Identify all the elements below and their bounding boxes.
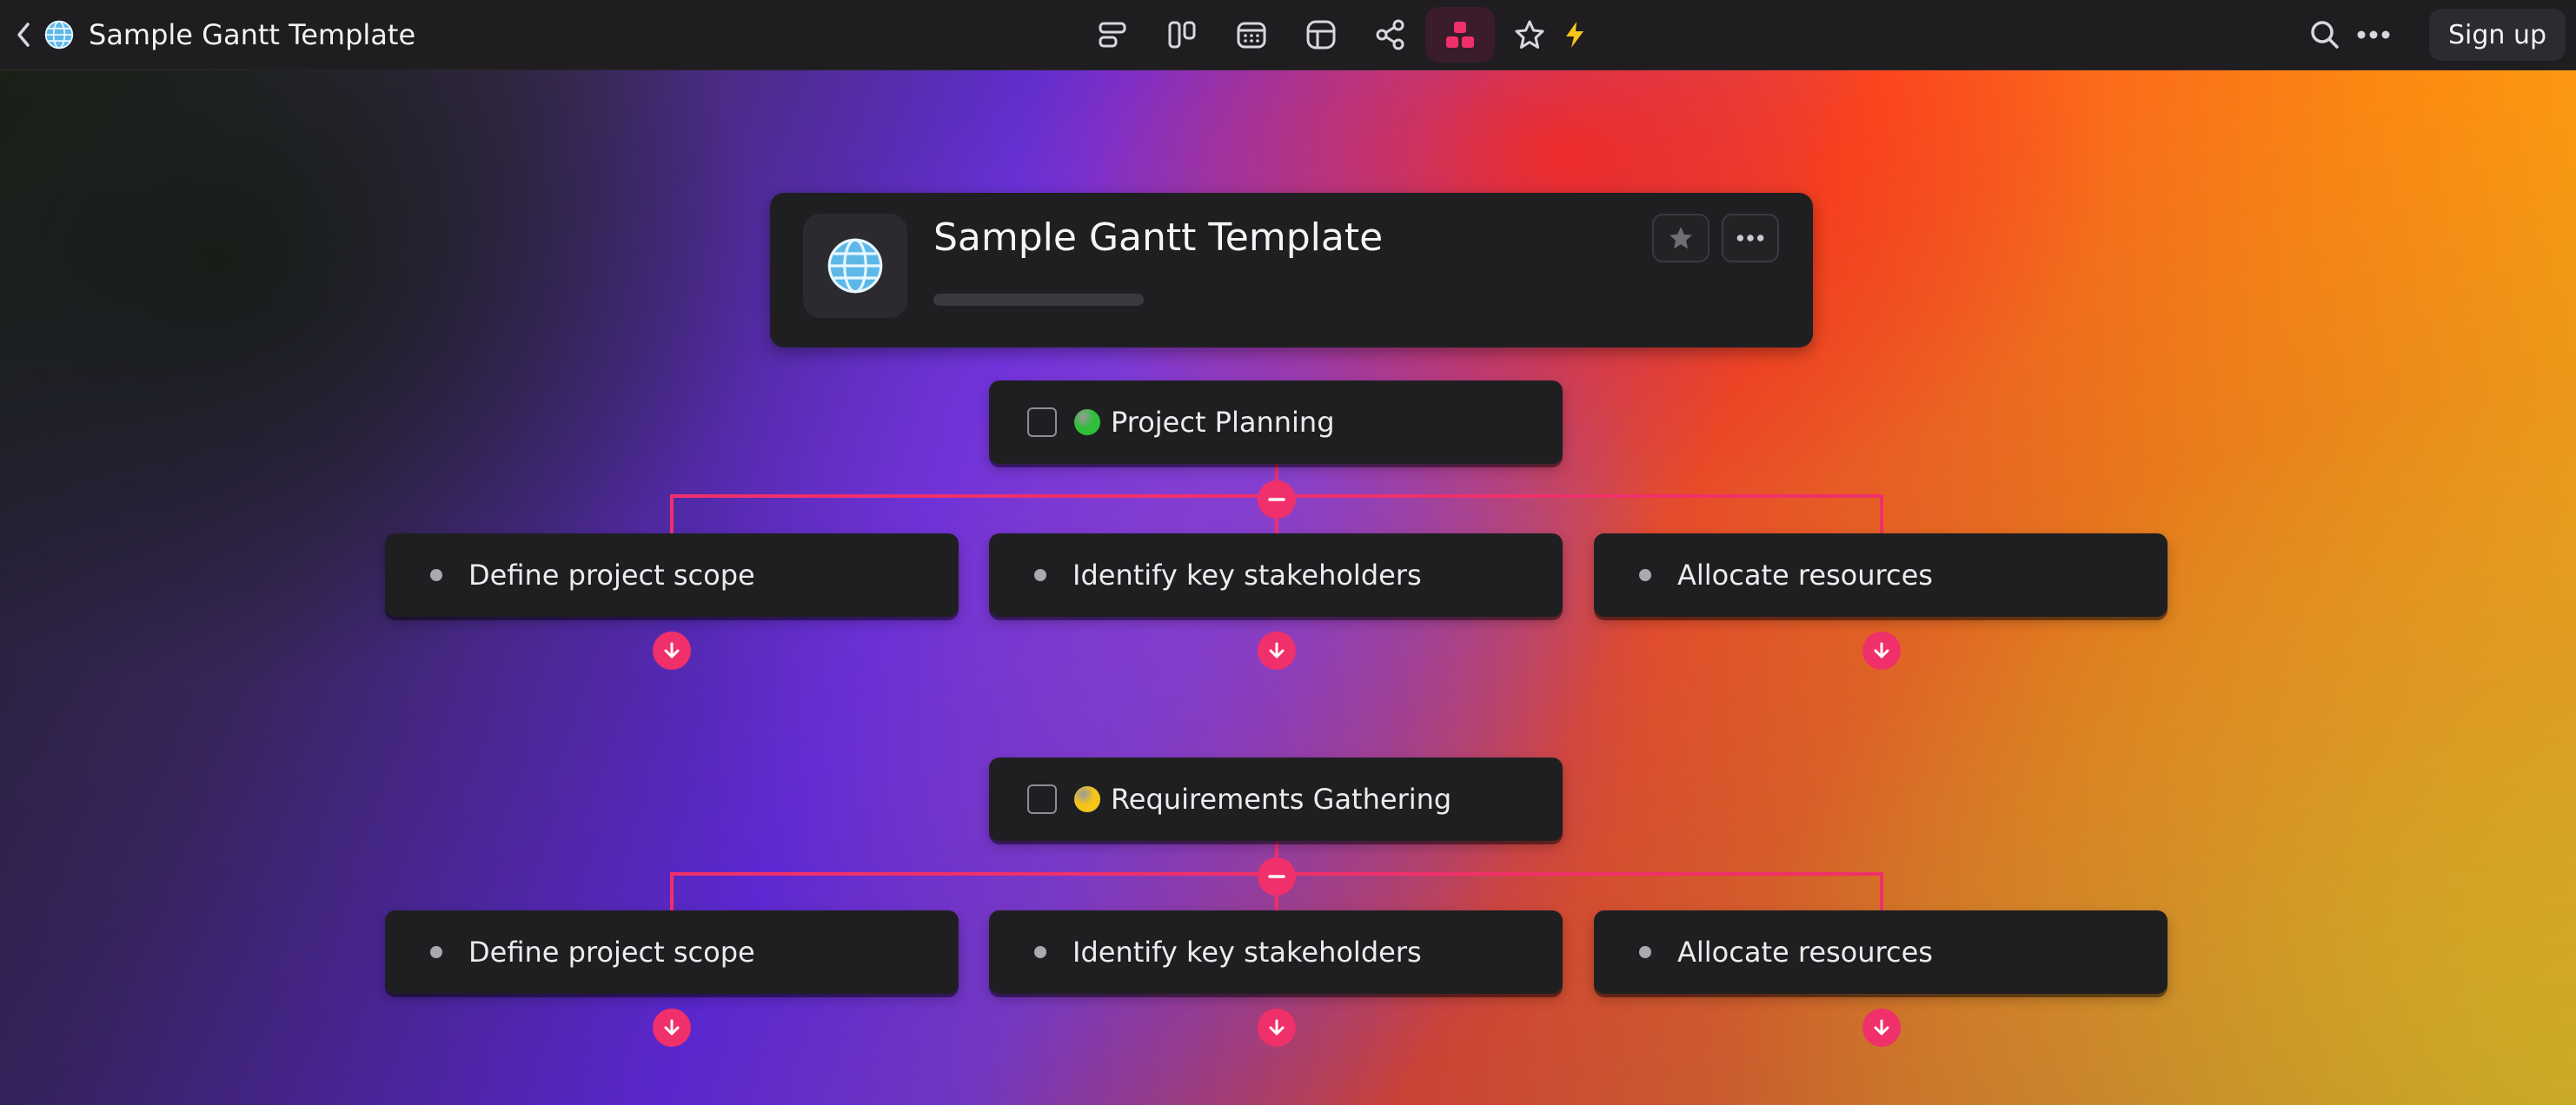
document-icon-tile[interactable] <box>803 214 907 318</box>
bullet-icon <box>1639 569 1651 581</box>
more-horizontal-icon <box>2357 30 2390 39</box>
view-switcher <box>1078 0 1592 69</box>
bullet-icon <box>430 946 442 958</box>
mindmap-view-button[interactable] <box>1425 7 1495 63</box>
document-title[interactable]: Sample Gantt Template <box>933 215 1383 260</box>
arrow-down-icon <box>1269 642 1285 658</box>
graph-view-button[interactable] <box>1356 7 1425 63</box>
sign-up-button[interactable]: Sign up <box>2428 9 2566 61</box>
progress-bar <box>933 294 1144 306</box>
subtask-label: Identify key stakeholders <box>1072 936 1422 969</box>
task-title: Project Planning <box>1111 406 1335 439</box>
chevron-left-icon <box>17 23 30 47</box>
task-node[interactable]: Project Planning <box>989 380 1563 464</box>
back-button[interactable] <box>10 17 37 52</box>
favorite-doc-button[interactable] <box>1652 214 1710 262</box>
top-bar-right: Sign up <box>2300 0 2566 69</box>
bullet-icon <box>430 569 442 581</box>
arrow-down-icon <box>664 642 680 658</box>
subtask-label: Define project scope <box>468 936 755 969</box>
search-icon <box>2311 21 2339 49</box>
app-title: Sample Gantt Template <box>89 18 416 51</box>
minus-icon <box>1268 498 1285 501</box>
collapse-button[interactable] <box>1258 857 1296 896</box>
expand-button[interactable] <box>653 1009 691 1047</box>
subtask-node[interactable]: Allocate resources <box>1594 910 2168 994</box>
more-options-button[interactable] <box>2349 10 2398 59</box>
table-view-button[interactable] <box>1286 7 1356 63</box>
status-dot-icon <box>1074 409 1100 435</box>
task-node[interactable]: Requirements Gathering <box>989 758 1563 841</box>
graph-view-icon <box>1376 19 1404 50</box>
expand-button[interactable] <box>1258 632 1296 670</box>
table-view-icon <box>1306 20 1336 50</box>
expand-button[interactable] <box>1862 1009 1901 1047</box>
board-view-icon <box>1168 21 1196 49</box>
list-view-button[interactable] <box>1078 7 1147 63</box>
subtask-label: Allocate resources <box>1677 936 1933 969</box>
subtask-node[interactable]: Define project scope <box>385 533 959 617</box>
expand-button[interactable] <box>653 632 691 670</box>
star-filled-icon <box>1670 227 1692 249</box>
task-checkbox[interactable] <box>1027 784 1057 814</box>
search-button[interactable] <box>2300 10 2349 59</box>
doc-more-button[interactable] <box>1722 214 1779 262</box>
subtask-label: Allocate resources <box>1677 559 1933 592</box>
favorite-button[interactable] <box>1495 7 1564 63</box>
top-bar: Sample Gantt Template Sign up <box>0 0 2576 70</box>
subtask-node[interactable]: Identify key stakeholders <box>989 533 1563 617</box>
arrow-down-icon <box>1874 1019 1889 1036</box>
bullet-icon <box>1034 569 1046 581</box>
calendar-view-button[interactable] <box>1217 7 1286 63</box>
minus-icon <box>1268 875 1285 878</box>
subtask-node[interactable]: Define project scope <box>385 910 959 994</box>
arrow-down-icon <box>1269 1019 1285 1036</box>
expand-button[interactable] <box>1862 632 1901 670</box>
document-header-card: Sample Gantt Template <box>770 193 1813 347</box>
automation-button[interactable] <box>1557 7 1592 63</box>
task-title: Requirements Gathering <box>1111 783 1452 816</box>
expand-button[interactable] <box>1258 1009 1296 1047</box>
globe-icon <box>44 20 74 50</box>
arrow-down-icon <box>1874 642 1889 658</box>
globe-icon <box>827 238 883 294</box>
calendar-view-icon <box>1237 22 1266 49</box>
list-view-icon <box>1099 22 1126 48</box>
bullet-icon <box>1034 946 1046 958</box>
arrow-down-icon <box>664 1019 680 1036</box>
board-view-button[interactable] <box>1147 7 1217 63</box>
more-horizontal-icon <box>1736 235 1764 242</box>
star-icon <box>1515 20 1544 49</box>
task-checkbox[interactable] <box>1027 407 1057 437</box>
collapse-button[interactable] <box>1258 480 1296 519</box>
subtask-label: Identify key stakeholders <box>1072 559 1422 592</box>
top-bar-left: Sample Gantt Template <box>10 0 415 69</box>
mindmap-view-icon <box>1446 22 1474 48</box>
bullet-icon <box>1639 946 1651 958</box>
bolt-icon <box>1566 22 1583 48</box>
subtask-node[interactable]: Allocate resources <box>1594 533 2168 617</box>
status-dot-icon <box>1074 786 1100 812</box>
subtask-node[interactable]: Identify key stakeholders <box>989 910 1563 994</box>
subtask-label: Define project scope <box>468 559 755 592</box>
